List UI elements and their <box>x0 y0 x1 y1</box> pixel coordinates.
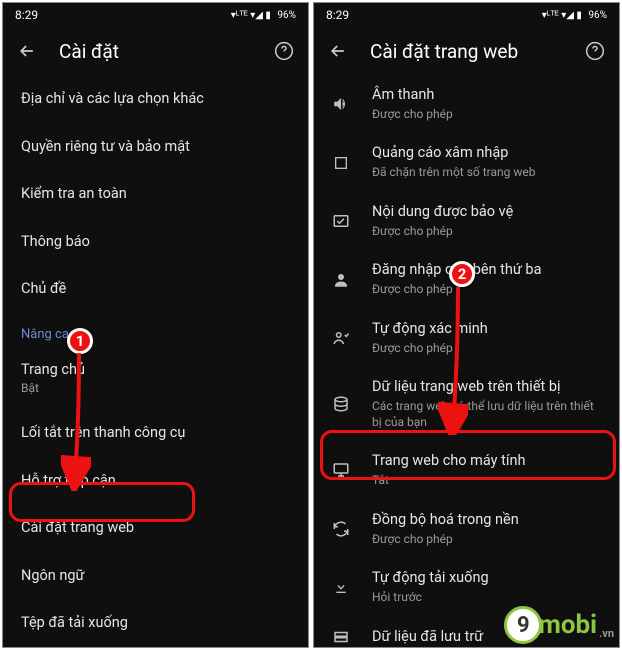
section-advanced: Nâng cao <box>3 313 308 348</box>
back-icon[interactable] <box>326 39 350 63</box>
item-downloads[interactable]: Tệp đã tải xuống <box>3 599 308 647</box>
site-settings-list: Âm thanhĐược cho phép Quảng cáo xâm nhập… <box>314 75 619 647</box>
status-bar: 8:29 ▾ᴸᵀᴱ ▾◢ ▮ 96% <box>314 3 619 27</box>
help-icon[interactable] <box>272 39 296 63</box>
status-time: 8:29 <box>326 8 349 22</box>
item-sitedata[interactable]: Dữ liệu trang web trên thiết bịCác trang… <box>314 367 619 441</box>
status-time: 8:29 <box>15 8 38 22</box>
page-title: Cài đặt trang web <box>370 40 563 63</box>
item-notifications[interactable]: Thông báo <box>3 218 308 266</box>
status-icons: ▾ᴸᵀᴱ ▾◢ ▮ 96% <box>542 10 607 21</box>
help-icon[interactable] <box>583 39 607 63</box>
settings-list: Địa chỉ và các lựa chọn khác Quyền riêng… <box>3 75 308 647</box>
account-icon <box>328 271 354 289</box>
page-title: Cài đặt <box>59 40 252 63</box>
watermark: 9 mobi .vn <box>504 606 614 644</box>
item-theme[interactable]: Chủ đề <box>3 265 308 313</box>
item-ads[interactable]: Quảng cáo xâm nhậpĐã chặn trên một số tr… <box>314 133 619 191</box>
item-homepage[interactable]: Trang chủ Bật <box>3 348 308 409</box>
item-privacy[interactable]: Quyền riêng tư và bảo mật <box>3 123 308 171</box>
download-icon <box>328 579 354 595</box>
status-icons: ▾ᴸᵀᴱ ▾◢ ▮ 96% <box>231 10 296 21</box>
storage-icon <box>328 395 354 413</box>
item-safety[interactable]: Kiểm tra an toàn <box>3 170 308 218</box>
status-bar: 8:29 ▾ᴸᵀᴱ ▾◢ ▮ 96% <box>3 3 308 27</box>
item-site-settings[interactable]: Cài đặt trang web <box>3 504 308 552</box>
item-desktop[interactable]: Trang web cho máy tínhTắt <box>314 441 619 499</box>
verify-icon <box>328 329 354 347</box>
sync-icon <box>328 520 354 538</box>
right-screenshot: 8:29 ▾ᴸᵀᴱ ▾◢ ▮ 96% Cài đặt trang web Âm … <box>313 2 620 648</box>
item-accessibility[interactable]: Hỗ trợ tiếp cận <box>3 457 308 505</box>
item-verify[interactable]: Tự động xác minhĐược cho phép <box>314 309 619 367</box>
item-addresses[interactable]: Địa chỉ và các lựa chọn khác <box>3 75 308 123</box>
desktop-icon <box>328 461 354 479</box>
app-bar: Cài đặt <box>3 27 308 75</box>
annotation-number-1: 1 <box>67 328 93 354</box>
sound-icon <box>328 95 354 113</box>
item-shortcuts[interactable]: Lối tắt trên thanh công cụ <box>3 409 308 457</box>
storage2-icon <box>328 628 354 646</box>
app-bar: Cài đặt trang web <box>314 27 619 75</box>
annotation-number-2: 2 <box>449 261 475 287</box>
check-icon <box>328 212 354 230</box>
item-protected[interactable]: Nội dung được bảo vệĐược cho phép <box>314 192 619 250</box>
left-screenshot: 8:29 ▾ᴸᵀᴱ ▾◢ ▮ 96% Cài đặt Địa chỉ và cá… <box>2 2 309 648</box>
item-language[interactable]: Ngôn ngữ <box>3 552 308 600</box>
item-sound[interactable]: Âm thanhĐược cho phép <box>314 75 619 133</box>
square-icon <box>328 155 354 171</box>
back-icon[interactable] <box>15 39 39 63</box>
item-sync[interactable]: Đồng bộ hoá trong nềnĐược cho phép <box>314 500 619 558</box>
